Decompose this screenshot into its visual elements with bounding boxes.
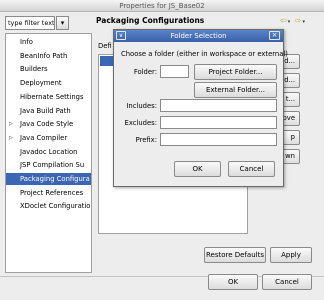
project-folder-button[interactable]: Project Folder...	[194, 64, 277, 80]
tree-item-label: Javadoc Location	[20, 147, 78, 156]
tree-item-label: Deployment	[20, 79, 62, 88]
history-nav: ⇦▾ ⇨▾	[280, 16, 306, 25]
tree-item[interactable]: Hibernate Settings	[6, 91, 91, 103]
tree-item-label: Hibernate Settings	[20, 92, 84, 101]
definitions-label: Defi	[98, 42, 112, 50]
tree-item[interactable]: Info	[6, 36, 91, 48]
folder-label: Folder:	[133, 68, 157, 76]
back-dropdown-icon[interactable]: ▾	[288, 19, 292, 25]
tree-item-label: Builders	[20, 65, 48, 74]
cancel-button[interactable]: Cancel	[262, 274, 312, 290]
tree-item[interactable]: ▷ Java Compiler	[6, 132, 91, 144]
tree-item-label: Java Code Style	[20, 120, 74, 129]
tree-item-label: Project References	[20, 188, 84, 197]
prefix-input[interactable]	[160, 133, 277, 146]
includes-label: Includes:	[126, 102, 157, 110]
tree-item[interactable]: JSP Compilation Su	[6, 159, 91, 171]
expand-arrow-icon[interactable]: ▷	[9, 118, 13, 130]
expand-arrow-icon[interactable]: ▷	[9, 132, 13, 144]
dialog-title: Folder Selection	[170, 32, 227, 40]
tree-item-label: JSP Compilation Su	[20, 161, 85, 170]
tree-item-label: Packaging Configura	[20, 175, 90, 183]
tree-item-label: Info	[20, 38, 33, 46]
filter-input[interactable]: type filter text	[5, 16, 55, 30]
tree-item[interactable]: Project References	[6, 187, 91, 199]
apply-button[interactable]: Apply	[270, 247, 312, 263]
tree-item[interactable]: BeanInfo Path	[6, 50, 91, 62]
tree-item-label: XDoclet Configuratio	[20, 202, 91, 211]
restore-defaults-button[interactable]: Restore Defaults	[204, 247, 266, 263]
chevron-down-icon: ▾	[60, 19, 65, 27]
excludes-label: Excludes:	[124, 119, 157, 127]
window-title: Properties for JS_Base02	[119, 2, 205, 10]
dialog-cancel-button[interactable]: Cancel	[228, 161, 275, 177]
close-icon[interactable]: ×	[269, 31, 280, 40]
tree-item-label: Java Build Path	[20, 106, 71, 115]
tree-item[interactable]: ▷ Java Code Style	[6, 118, 91, 130]
forward-dropdown-icon[interactable]: ▾	[302, 19, 306, 25]
external-folder-button[interactable]: External Folder...	[194, 82, 277, 98]
folder-selection-dialog: ∨ Folder Selection × Choose a folder (ei…	[113, 29, 288, 187]
folder-input[interactable]	[160, 65, 189, 78]
tree-item[interactable]: Javadoc Location	[6, 146, 91, 158]
tree-item-label: Java Compiler	[20, 133, 68, 142]
window-titlebar[interactable]: Properties for JS_Base02	[0, 0, 324, 12]
includes-input[interactable]	[160, 99, 277, 112]
tree-item[interactable]: Packaging Configura	[6, 173, 91, 185]
preference-tree[interactable]: Info BeanInfo Path Builders Deployment Hiber…	[5, 33, 92, 273]
prefix-label: Prefix:	[135, 136, 157, 144]
tree-item[interactable]: Builders	[6, 63, 91, 75]
page-title: Packaging Configurations	[96, 16, 205, 25]
tree-item[interactable]: Deployment	[6, 77, 91, 89]
dialog-instruction: Choose a folder (either in workspace or …	[121, 50, 288, 58]
tree-item[interactable]: Java Build Path	[6, 105, 91, 117]
ok-button[interactable]: OK	[208, 274, 258, 290]
filter-dropdown-button[interactable]: ▾	[56, 16, 69, 30]
back-arrow-icon[interactable]: ⇦	[280, 16, 288, 25]
dialog-ok-button[interactable]: OK	[174, 161, 221, 177]
tree-item[interactable]: XDoclet Configuratio	[6, 200, 91, 212]
tree-item-label: BeanInfo Path	[20, 51, 68, 60]
dialog-titlebar[interactable]: ∨ Folder Selection ×	[114, 30, 283, 42]
excludes-input[interactable]	[160, 116, 277, 129]
